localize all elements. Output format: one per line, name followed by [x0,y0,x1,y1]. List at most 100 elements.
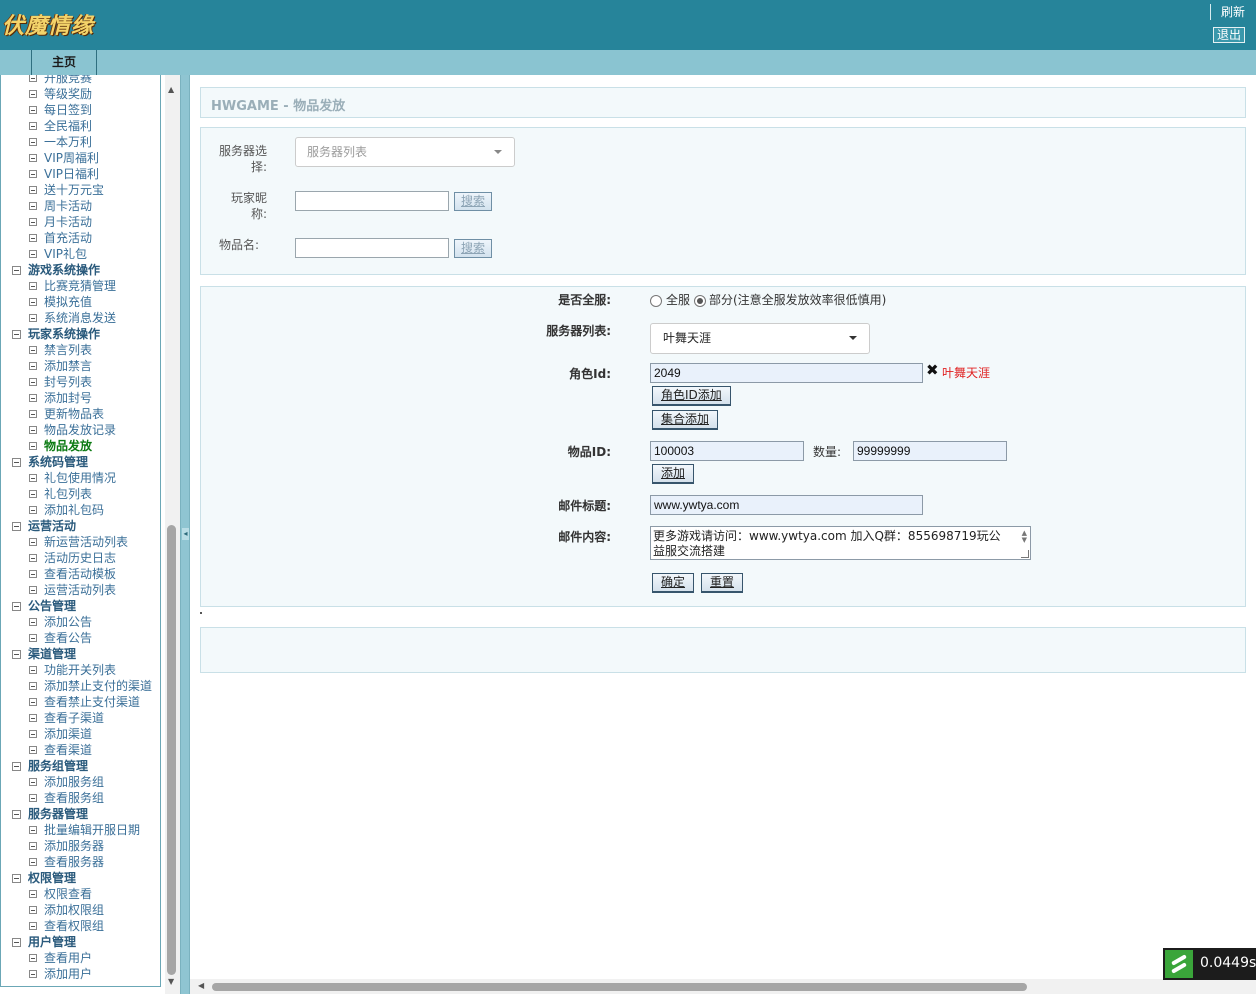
sidebar-group[interactable]: 服务器管理 [1,806,160,822]
sidebar-group[interactable]: 运营活动 [1,518,160,534]
sidebar-item[interactable]: 添加封号 [1,390,160,406]
sidebar-scroll-thumb[interactable] [167,525,176,975]
sidebar-item[interactable]: 查看公告 [1,630,160,646]
sidebar-item[interactable]: 添加禁言 [1,358,160,374]
sidebar-item[interactable]: 比赛竞猜管理 [1,278,160,294]
sidebar-item[interactable]: 月卡活动 [1,214,160,230]
sidebar-item[interactable]: 一本万利 [1,134,160,150]
mail-content-textarea[interactable]: 更多游戏请访问：www.ywtya.com 加入Q群：855698719玩公益服… [650,526,1031,560]
item-search-button[interactable]: 搜索 [454,239,493,258]
horizontal-scrollbar[interactable]: ◀ [190,979,1256,994]
sidebar-item[interactable]: 功能开关列表 [1,662,160,678]
sidebar-group[interactable]: 权限管理 [1,870,160,886]
sidebar-item[interactable]: 等级奖励 [1,86,160,102]
item-id-input[interactable] [650,441,804,461]
sidebar-item[interactable]: 查看服务组 [1,790,160,806]
confirm-button[interactable]: 确定 [652,573,695,593]
sidebar-item[interactable]: 查看渠道 [1,742,160,758]
sidebar-scrollbar[interactable]: ▲ ▼ [165,75,180,994]
collapse-minus-icon[interactable] [12,458,21,467]
collapse-minus-icon[interactable] [12,650,21,659]
sidebar-item[interactable]: 礼包列表 [1,486,160,502]
sidebar-item[interactable]: 添加用户 [1,966,160,982]
sidebar-item[interactable]: 新运营活动列表 [1,534,160,550]
sidebar-item[interactable]: 查看活动模板 [1,566,160,582]
resize-grip-icon[interactable] [1021,550,1029,558]
quantity-input[interactable] [853,441,1007,461]
mail-title-input[interactable] [650,495,923,515]
sidebar-item[interactable]: 查看用户 [1,950,160,966]
batch-add-button[interactable]: 集合添加 [652,410,719,430]
collapse-arrow-icon[interactable]: ◂ [182,528,189,540]
sidebar-item[interactable]: 权限查看 [1,886,160,902]
sidebar-item[interactable]: 首充活动 [1,230,160,246]
sidebar-group[interactable]: 玩家系统操作 [1,326,160,342]
logout-button[interactable]: 退出 [1213,27,1246,43]
collapse-minus-icon[interactable] [12,602,21,611]
sidebar-group[interactable]: 公告管理 [1,598,160,614]
player-search-button[interactable]: 搜索 [454,192,493,211]
collapse-minus-icon[interactable] [12,330,21,339]
radio-partial-server[interactable] [694,295,706,307]
scroll-left-arrow-icon[interactable]: ◀ [198,981,204,990]
sidebar-item[interactable]: 查看权限组 [1,918,160,934]
sidebar-item[interactable]: 活动历史日志 [1,550,160,566]
sidebar-item[interactable]: 查看子渠道 [1,710,160,726]
reset-button[interactable]: 重置 [701,573,744,593]
sidebar-item[interactable]: 添加公告 [1,614,160,630]
sidebar-group[interactable]: 用户管理 [1,934,160,950]
scroll-down-arrow-icon[interactable]: ▼ [168,977,174,986]
sidebar-group[interactable]: 系统码管理 [1,454,160,470]
refresh-link[interactable]: 刷新 [1221,3,1245,20]
sidebar-item[interactable]: 系统消息发送 [1,310,160,326]
sidebar-item[interactable]: 物品发放记录 [1,422,160,438]
player-name-input[interactable] [295,191,449,211]
scroll-up-arrow-icon[interactable]: ▲ [168,85,174,94]
sidebar-group[interactable]: 渠道管理 [1,646,160,662]
collapse-minus-icon[interactable] [12,762,21,771]
collapse-minus-icon[interactable] [12,810,21,819]
add-role-id-button[interactable]: 角色ID添加 [652,386,731,406]
sidebar-item[interactable]: 添加渠道 [1,726,160,742]
sidebar-item[interactable]: 运营活动列表 [1,582,160,598]
collapse-minus-icon[interactable] [12,938,21,947]
sidebar-item[interactable]: 查看服务器 [1,854,160,870]
sidebar-item[interactable]: VIP日福利 [1,166,160,182]
sidebar-group[interactable]: 服务组管理 [1,758,160,774]
sidebar-item[interactable]: 批量编辑开服日期 [1,822,160,838]
sidebar-item[interactable]: 送十万元宝 [1,182,160,198]
sidebar-item[interactable]: 添加礼包码 [1,502,160,518]
collapse-minus-icon[interactable] [12,874,21,883]
sidebar-item[interactable]: 添加禁止支付的渠道 [1,678,160,694]
sidebar-item[interactable]: 添加服务组 [1,774,160,790]
sidebar-splitter[interactable]: ◂ [180,75,190,994]
collapse-minus-icon[interactable] [12,266,21,275]
sidebar-item[interactable]: 周卡活动 [1,198,160,214]
sidebar-item[interactable]: 添加权限组 [1,902,160,918]
sidebar-group[interactable]: 游戏系统操作 [1,262,160,278]
radio-all-server[interactable] [650,295,662,307]
collapse-minus-icon[interactable] [12,522,21,531]
sidebar-item[interactable]: 封号列表 [1,374,160,390]
sidebar-item[interactable]: 查看禁止支付渠道 [1,694,160,710]
sidebar-item[interactable]: 添加服务器 [1,838,160,854]
sidebar-item[interactable]: VIP礼包 [1,246,160,262]
sidebar-item[interactable]: 物品发放 [1,438,160,454]
tab-home[interactable]: 主页 [31,50,97,75]
item-name-input[interactable] [295,238,449,258]
sidebar-item[interactable]: VIP周福利 [1,150,160,166]
sidebar-item[interactable]: 全民福利 [1,118,160,134]
horizontal-scroll-thumb[interactable] [212,983,1027,991]
sidebar-item[interactable]: 开服竞赛 [1,75,160,86]
sidebar-item[interactable]: 模拟充值 [1,294,160,310]
sidebar-item[interactable]: 更新物品表 [1,406,160,422]
spinner-arrows-icon[interactable]: ▲ ▼ [1022,530,1027,544]
role-id-input[interactable] [650,363,923,383]
sidebar-item[interactable]: 礼包使用情况 [1,470,160,486]
server-select-dropdown[interactable]: 叶舞天涯 [650,323,870,354]
server-list-dropdown[interactable]: 服务器列表 [295,137,515,167]
add-item-button[interactable]: 添加 [652,464,695,484]
sidebar-item[interactable]: 禁言列表 [1,342,160,358]
sidebar-item[interactable]: 每日签到 [1,102,160,118]
close-icon[interactable]: ✖ [926,363,939,378]
